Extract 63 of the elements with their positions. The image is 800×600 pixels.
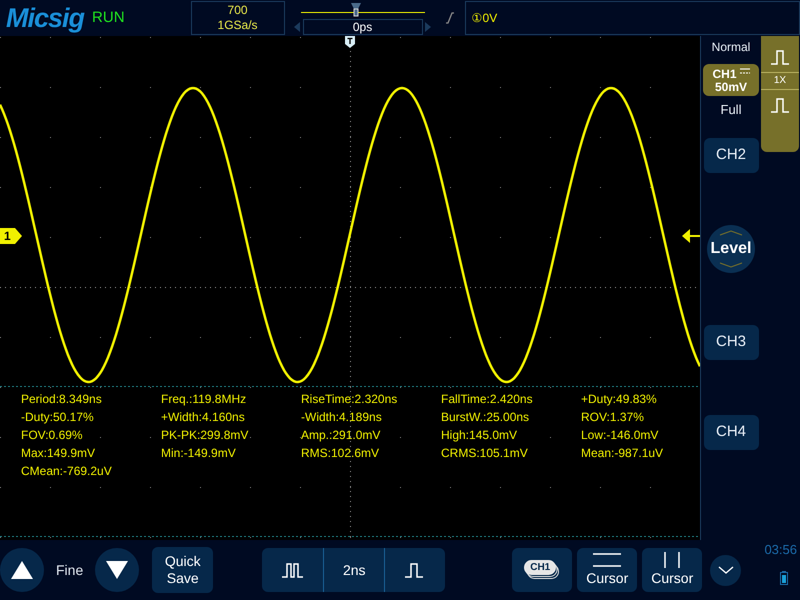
measurement-text: -Duty:50.17%	[21, 409, 95, 425]
brand-logo: Micsig	[6, 2, 84, 35]
measurement-text: RMS:102.6mV	[301, 445, 380, 461]
rising-edge-icon	[444, 12, 455, 24]
up-chevron-icon	[718, 230, 744, 236]
level-knob[interactable]: Level	[707, 224, 755, 272]
quick-save-button[interactable]: Quick Save	[152, 547, 214, 593]
trigger-level: ①0V	[464, 1, 800, 35]
measurement-text: CMean:-769.2uV	[21, 463, 113, 479]
trigger-position-icon	[350, 3, 361, 17]
measurement-text: Min:-149.9mV	[161, 445, 237, 461]
bandwidth-label: Full	[720, 101, 742, 119]
battery-icon	[780, 571, 788, 585]
measurement-text: FallTime:2.420ns	[441, 391, 534, 407]
step-label: Fine	[56, 560, 84, 580]
channel-marker: 1	[0, 228, 22, 244]
run-status: RUN	[92, 8, 125, 28]
measurement-text: FOV:0.69%	[21, 427, 84, 443]
channel-label: CH1	[524, 560, 556, 575]
measurement-text: +Width:4.160ns	[161, 409, 246, 425]
clock-time: 03:56	[764, 541, 797, 559]
measurement-text: -Width:4.189ns	[301, 409, 383, 425]
down-triangle-icon	[106, 561, 128, 579]
cursor-button[interactable]: Cursor	[642, 548, 702, 592]
measurement-text: Low:-146.0mV	[581, 427, 660, 443]
probe-ratio: 1X	[761, 72, 799, 90]
time-offset: 0ps	[302, 19, 423, 35]
measurement-text: Max:149.9mV	[21, 445, 96, 461]
right-arrow-icon	[424, 22, 431, 32]
channel-select-button[interactable]: CH1	[512, 548, 572, 592]
down-chevron-icon	[718, 262, 744, 268]
pulse-icon	[769, 48, 791, 66]
measurement-text: Amp.:291.0mV	[301, 427, 382, 443]
chevron-down-icon	[718, 566, 734, 574]
measurement-text: PK-PK:299.8mV	[161, 427, 250, 443]
measurement-text: +Duty:49.83%	[581, 391, 658, 407]
trigger-mode: Normal	[712, 39, 750, 56]
measurement-text: High:145.0mV	[441, 427, 518, 443]
up-triangle-icon	[11, 561, 33, 579]
measurement-text: Mean:-987.1uV	[581, 445, 664, 461]
horizontal-cursor-icon	[591, 552, 624, 568]
sample-rate: 1GSa/s	[218, 18, 258, 33]
measurement-text: RiseTime:2.320ns	[301, 391, 398, 407]
record-length: 700	[228, 3, 248, 18]
left-arrow-icon	[294, 22, 300, 32]
down-button[interactable]	[95, 548, 140, 592]
cursor-button[interactable]: Cursor	[577, 548, 638, 592]
pulse-icon	[769, 96, 791, 114]
channel-button[interactable]: CH3	[704, 324, 758, 360]
measurement-text: Freq.:119.8MHz	[161, 391, 248, 407]
measurement-text: ROV:1.37%	[581, 409, 645, 425]
trigger-level-arrow-icon	[682, 229, 700, 243]
up-button[interactable]	[0, 548, 44, 592]
channel-scale-button[interactable]: CH1 50mV	[703, 64, 759, 96]
timebase-value: 2ns	[323, 548, 384, 592]
measurement-text: Period:8.349ns	[21, 391, 103, 407]
dc-coupling-icon	[740, 68, 750, 74]
double-pulse-icon	[280, 561, 305, 579]
measurement-text: CRMS:105.1mV	[441, 445, 529, 461]
channel-button[interactable]: CH2	[704, 138, 758, 172]
measurement-text: BurstW.:25.00ns	[441, 409, 530, 425]
expand-button[interactable]	[710, 554, 742, 586]
channel-button[interactable]: CH4	[704, 414, 758, 450]
